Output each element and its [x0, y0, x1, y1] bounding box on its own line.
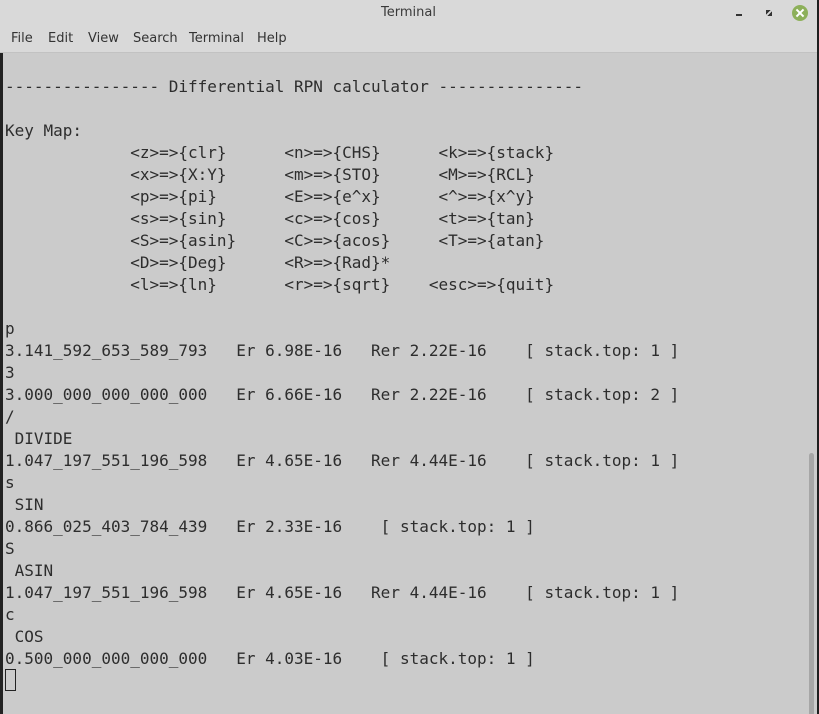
output-line: 3.141_592_653_589_793 Er 6.98E-16 Rer 2.… [5, 341, 680, 360]
output-line: 1.047_197_551_196_598 Er 4.65E-16 Rer 4.… [5, 583, 680, 602]
terminal-output[interactable]: ---------------- Differential RPN calcul… [0, 53, 808, 714]
keymap-row: <x>=>{X:Y} <m>=>{STO} <M>=>{RCL} [5, 165, 535, 184]
output-line: 0.866_025_403_784_439 Er 2.33E-16 [ stac… [5, 517, 535, 536]
close-button[interactable] [792, 5, 808, 21]
keymap-row: <l>=>{ln} <r>=>{sqrt} <esc>=>{quit} [5, 275, 555, 294]
maximize-button[interactable] [762, 6, 778, 22]
keymap-row: <S>=>{asin} <C>=>{acos} <T>=>{atan} [5, 231, 545, 250]
output-line: 3 [5, 363, 15, 382]
menu-view[interactable]: View [88, 31, 119, 46]
menu-edit[interactable]: Edit [48, 31, 73, 46]
text-cursor [5, 669, 16, 691]
menu-search[interactable]: Search [133, 31, 178, 46]
output-line: S [5, 539, 15, 558]
output-line: 0.500_000_000_000_000 Er 4.03E-16 [ stac… [5, 649, 535, 668]
output-line: ASIN [5, 561, 54, 580]
keymap-row: <s>=>{sin} <c>=>{cos} <t>=>{tan} [5, 209, 535, 228]
menu-file[interactable]: File [11, 31, 33, 46]
calculator-header: ---------------- Differential RPN calcul… [5, 77, 583, 96]
terminal-window: Terminal File Edit View Search Terminal … [0, 0, 819, 714]
output-line: s [5, 473, 15, 492]
keymap-row: <p>=>{pi} <E>=>{e^x} <^>=>{x^y} [5, 187, 535, 206]
keymap-row: <z>=>{clr} <n>=>{CHS} <k>=>{stack} [5, 143, 555, 162]
output-line: 3.000_000_000_000_000 Er 6.66E-16 Rer 2.… [5, 385, 680, 404]
minimize-button[interactable] [731, 6, 747, 22]
scrollbar-thumb[interactable] [809, 453, 814, 714]
output-line: c [5, 605, 15, 624]
menu-bar: File Edit View Search Terminal Help [0, 27, 817, 53]
output-line: SIN [5, 495, 44, 514]
keymap-row: <D>=>{Deg} <R>=>{Rad}* [5, 253, 391, 272]
keymap-title: Key Map: [5, 121, 83, 140]
menu-terminal[interactable]: Terminal [189, 31, 244, 46]
title-bar[interactable]: Terminal [0, 0, 817, 27]
output-line: COS [5, 627, 44, 646]
output-line: p [5, 319, 15, 338]
output-line: DIVIDE [5, 429, 73, 448]
output-line: 1.047_197_551_196_598 Er 4.65E-16 Rer 4.… [5, 451, 680, 470]
window-title: Terminal [381, 5, 436, 20]
output-line: / [5, 407, 15, 426]
vertical-scrollbar[interactable] [806, 53, 817, 714]
menu-help[interactable]: Help [257, 31, 287, 46]
